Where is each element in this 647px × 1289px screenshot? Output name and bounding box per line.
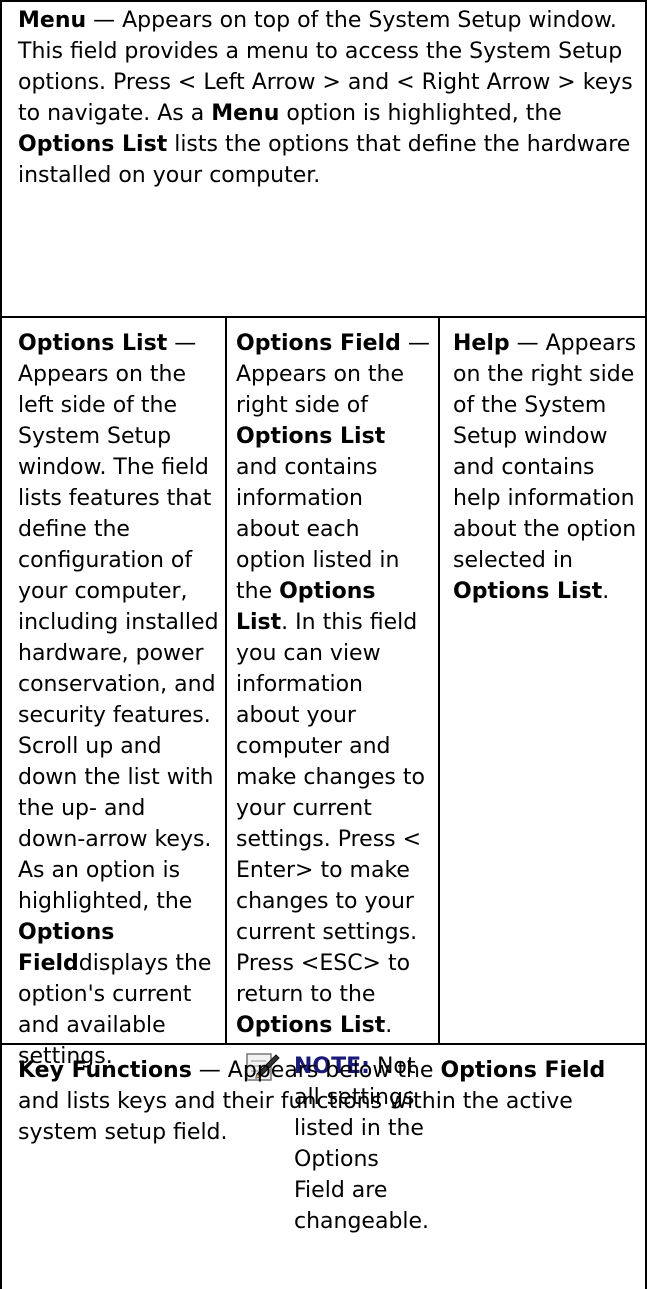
menu-term: Menu — [18, 8, 87, 33]
key-functions-inline-term: Options Field — [440, 1058, 606, 1083]
menu-description-cell: Menu — Appears on top of the System Setu… — [0, 0, 647, 318]
key-functions-term: Key Functions — [18, 1058, 192, 1083]
menu-inline-term: Menu — [211, 101, 280, 126]
three-column-row: Options List — Appears on the left side … — [0, 316, 647, 1234]
options-field-inline-term-3: Options List — [236, 1013, 386, 1038]
options-field-cell: Options Field — Appears on the right sid… — [227, 316, 440, 1234]
help-cell: Help — Appears on the right side of the … — [440, 316, 647, 1043]
menu-desc-2: option is highlighted, the — [279, 101, 562, 126]
key-functions-desc-2: and lists keys and their functions withi… — [18, 1089, 573, 1145]
key-functions-desc-1: — Appears below the — [191, 1058, 441, 1083]
options-field-desc-4: . — [385, 1013, 393, 1038]
key-functions-paragraph: Key Functions — Appears below the Option… — [18, 1055, 635, 1148]
options-list-paragraph: Options List — Appears on the left side … — [18, 328, 219, 1072]
options-field-inline-term: Options List — [236, 424, 386, 449]
help-paragraph: Help — Appears on the right side of the … — [453, 328, 641, 607]
options-field-term: Options Field — [236, 331, 401, 356]
help-inline-term: Options List — [453, 579, 603, 604]
options-field-paragraph: Options Field — Appears on the right sid… — [236, 328, 432, 1041]
help-desc-1: — Appears on the right side of the Syste… — [453, 331, 637, 573]
help-desc-2: . — [602, 579, 610, 604]
options-list-cell: Options List — Appears on the left side … — [2, 316, 227, 1069]
key-functions-cell: Key Functions — Appears below the Option… — [0, 1043, 647, 1289]
menu-inline-term-2: Options List — [18, 132, 168, 157]
help-term: Help — [453, 331, 510, 356]
options-list-term: Options List — [18, 331, 168, 356]
menu-paragraph: Menu — Appears on top of the System Setu… — [18, 5, 635, 191]
options-field-desc-3: . In this field you can view information… — [236, 610, 425, 1007]
options-list-desc-1: — Appears on the left side of the System… — [18, 331, 219, 914]
